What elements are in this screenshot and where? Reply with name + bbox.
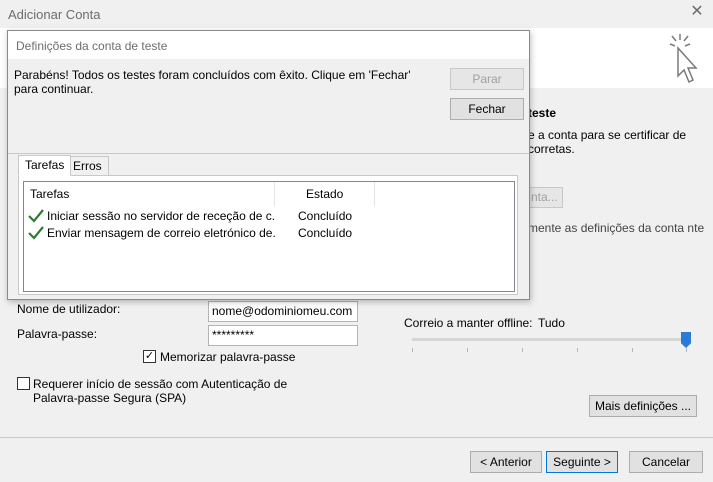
tasks-panel: Tarefas Estado Iniciar sessão no servido… [18, 175, 518, 295]
dialog-message: Parabéns! Todos os testes foram concluíd… [14, 68, 411, 96]
check-icon [28, 226, 44, 240]
test-heading: teste [528, 106, 557, 120]
column-divider [374, 182, 375, 206]
username-label: Nome de utilizador: [17, 302, 121, 316]
remember-password-label: Memorizar palavra-passe [160, 350, 296, 364]
username-input[interactable]: nome@odominiomeu.com [208, 301, 358, 322]
test-account-dialog: Definições da conta de teste Parabéns! T… [7, 30, 530, 300]
next-button[interactable]: Seguinte > [546, 451, 618, 473]
dialog-divider [8, 153, 529, 154]
task-name: Enviar mensagem de correio eletrónico de… [47, 226, 275, 240]
test-description: e a conta para se certificar de corretas… [528, 128, 687, 156]
tasks-list[interactable]: Tarefas Estado Iniciar sessão no servido… [23, 181, 515, 292]
tab-errors[interactable]: Erros [66, 156, 109, 176]
task-status: Concluído [298, 226, 353, 240]
slider-tick [467, 348, 468, 352]
wizard-cursor-icon [669, 34, 698, 84]
dialog-title: Definições da conta de teste [16, 39, 168, 53]
offline-value: Tudo [538, 316, 565, 330]
offline-slider-thumb[interactable] [681, 332, 691, 348]
column-header-tasks[interactable]: Tarefas [30, 182, 69, 206]
offline-slider-track[interactable] [412, 338, 688, 341]
slider-tick [412, 348, 413, 352]
more-settings-button[interactable]: Mais definições ... [589, 395, 697, 417]
close-button[interactable]: Fechar [450, 98, 524, 120]
stop-button[interactable]: Parar [450, 68, 524, 90]
offline-label: Correio a manter offline: [404, 316, 533, 330]
back-button[interactable]: < Anterior [470, 451, 542, 473]
slider-tick [522, 348, 523, 352]
column-header-status[interactable]: Estado [306, 182, 343, 206]
tab-tasks[interactable]: Tarefas [18, 155, 72, 176]
spa-label: Requerer início de sessão com Autenticaç… [33, 377, 288, 405]
slider-tick [632, 348, 633, 352]
task-row[interactable]: Enviar mensagem de correio eletrónico de… [24, 225, 514, 242]
spa-checkbox[interactable] [17, 377, 30, 390]
slider-tick [686, 348, 687, 352]
slider-tick [577, 348, 578, 352]
password-label: Palavra-passe: [17, 327, 98, 341]
close-icon[interactable]: ✕ [689, 4, 705, 20]
column-divider [274, 182, 275, 206]
task-status: Concluído [298, 209, 353, 223]
window-title: Adicionar Conta [8, 7, 101, 22]
password-input[interactable]: ********* [208, 325, 358, 346]
remember-password-checkbox[interactable]: ✓ [143, 350, 156, 363]
cancel-button[interactable]: Cancelar [629, 451, 703, 473]
auto-test-text: mente as definições da conta nte [528, 221, 705, 235]
check-icon [28, 209, 44, 223]
task-row[interactable]: Iniciar sessão no servidor de receção de… [24, 208, 514, 225]
task-name: Iniciar sessão no servidor de receção de… [47, 209, 275, 223]
footer-divider [0, 437, 713, 438]
